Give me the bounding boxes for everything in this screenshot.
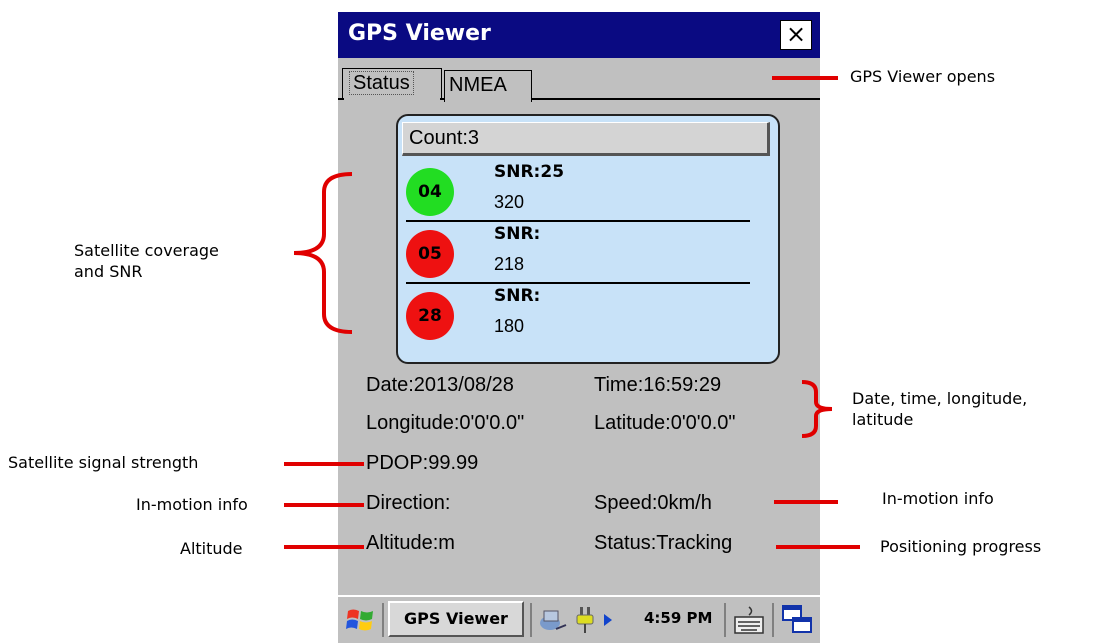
list-item[interactable]: 05 SNR: 218 — [398, 224, 778, 284]
annotation-line — [284, 545, 364, 549]
tray-arrow-icon[interactable] — [602, 613, 614, 627]
speed-field: Speed:0km/h — [594, 492, 712, 514]
altitude-field: Altitude:m — [366, 532, 455, 554]
satellite-snr: SNR: — [494, 286, 541, 306]
tab-nmea[interactable]: NMEA — [444, 70, 532, 102]
satellite-badge: 04 — [406, 168, 454, 216]
divider — [406, 220, 750, 222]
annotation-text: Satellite coverage — [74, 241, 219, 260]
annotation-text: Date, time, longitude, — [852, 389, 1028, 408]
annotation-gps-viewer-opens: GPS Viewer opens — [850, 67, 996, 86]
annotation-line — [772, 76, 838, 80]
satellite-value: 320 — [494, 192, 525, 212]
pdop-field: PDOP:99.99 — [366, 452, 479, 474]
tab-status-label: Status — [349, 71, 414, 95]
satellite-badge: 05 — [406, 230, 454, 278]
annotation-satellite-coverage: Satellite coverage and SNR — [74, 240, 219, 282]
satellite-snr: SNR: — [494, 224, 541, 244]
brace-icon — [293, 172, 353, 334]
annotation-line — [776, 545, 860, 549]
annotation-inmotion-left: In-motion info — [136, 495, 248, 514]
taskbar-separator — [772, 603, 774, 637]
network-icon[interactable] — [538, 605, 568, 635]
active-tab-gap — [344, 98, 440, 100]
divider — [406, 282, 750, 284]
taskbar-separator — [382, 603, 384, 637]
satellite-value: 218 — [494, 254, 525, 274]
annotation-line — [284, 462, 364, 466]
satellite-count-header[interactable]: Count:3 — [402, 122, 770, 156]
clock[interactable]: 4:59 PM — [644, 609, 712, 627]
status-field: Status:Tracking — [594, 532, 733, 554]
power-plug-icon[interactable] — [572, 605, 600, 635]
close-button[interactable]: × — [780, 20, 812, 50]
taskbar: GPS Viewer 4:59 PM — [338, 595, 820, 643]
list-item[interactable]: 28 SNR: 180 — [398, 286, 778, 346]
gps-viewer-window: GPS Viewer × Status NMEA Count:3 04 SNR:… — [338, 12, 820, 643]
annotation-altitude: Altitude — [180, 539, 243, 558]
taskbar-separator — [724, 603, 726, 637]
annotation-line — [284, 503, 364, 507]
brace-icon — [801, 380, 833, 438]
list-item[interactable]: 04 SNR:25 320 — [398, 162, 778, 222]
tab-nmea-label: NMEA — [449, 74, 507, 96]
date-field: Date:2013/08/28 — [366, 374, 514, 396]
title-bar: GPS Viewer × — [338, 12, 820, 58]
latitude-field: Latitude:0'0'0.0" — [594, 412, 736, 434]
annotation-text: and SNR — [74, 262, 143, 281]
annotation-line — [774, 500, 838, 504]
annotation-text: latitude — [852, 410, 914, 429]
annotation-signal-strength: Satellite signal strength — [8, 453, 199, 472]
annotation-datetime: Date, time, longitude, latitude — [852, 388, 1027, 430]
taskbar-separator — [530, 603, 532, 637]
switch-window-icon[interactable] — [780, 603, 814, 637]
gps-viewer-task-button[interactable]: GPS Viewer — [388, 601, 524, 637]
direction-field: Direction: — [366, 492, 451, 514]
satellite-snr: SNR:25 — [494, 162, 565, 182]
annotation-positioning: Positioning progress — [880, 537, 1042, 556]
annotation-inmotion-right: In-motion info — [882, 489, 994, 508]
window-title: GPS Viewer — [348, 21, 491, 46]
keyboard-icon[interactable] — [732, 603, 766, 637]
satellite-list-panel: Count:3 04 SNR:25 320 05 SNR: 218 28 SNR… — [396, 114, 780, 364]
time-field: Time:16:59:29 — [594, 374, 722, 396]
windows-start-icon[interactable] — [344, 603, 378, 637]
satellite-badge: 28 — [406, 292, 454, 340]
longitude-field: Longitude:0'0'0.0" — [366, 412, 525, 434]
tab-status[interactable]: Status — [342, 68, 442, 98]
satellite-value: 180 — [494, 316, 525, 336]
